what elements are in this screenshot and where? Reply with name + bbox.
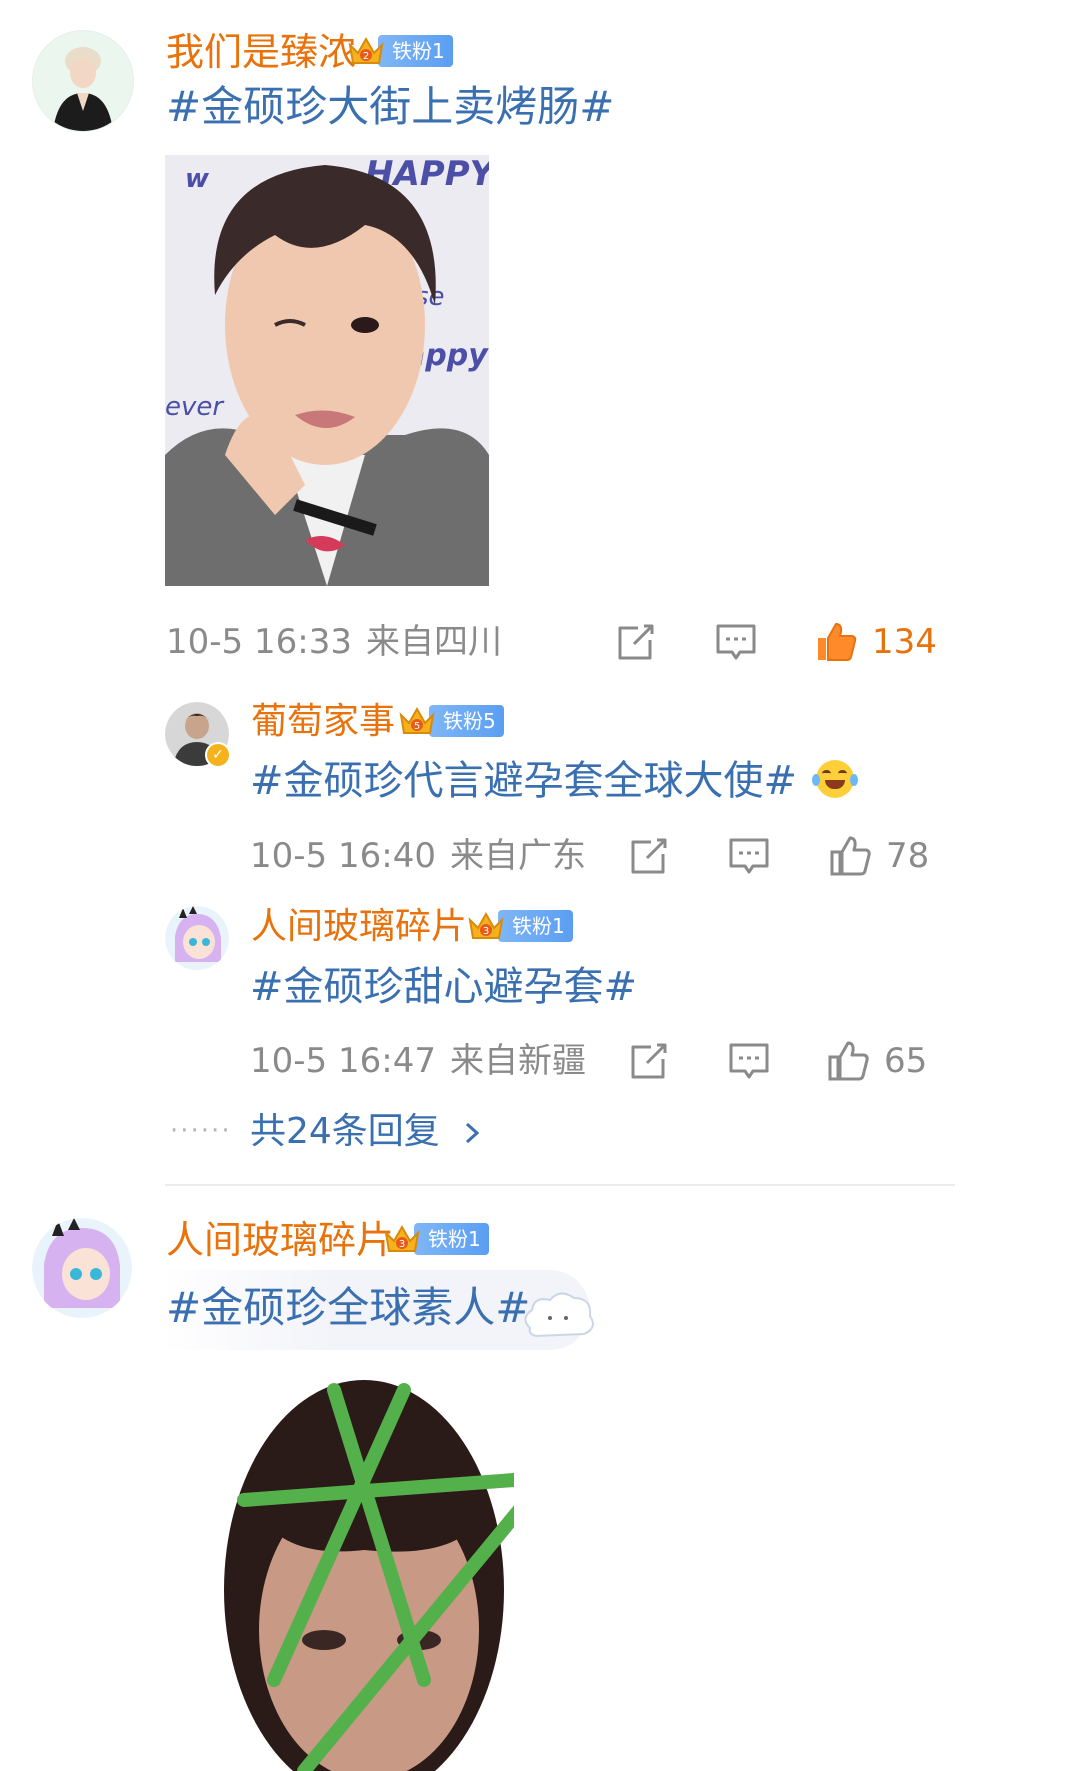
timestamp: 10-5 16:33 bbox=[166, 622, 352, 662]
like-button[interactable]: 134 bbox=[814, 617, 937, 667]
topic-link[interactable]: #金硕珍代言避孕套全球大使# bbox=[250, 756, 858, 806]
chevron-right-icon bbox=[466, 1122, 480, 1144]
share-icon[interactable] bbox=[614, 620, 658, 664]
thumbs-up-icon bbox=[830, 836, 871, 876]
timestamp: 10-5 16:47 bbox=[250, 1041, 436, 1081]
like-count: 65 bbox=[884, 1041, 928, 1081]
fan-badge[interactable]: 2 铁粉1 bbox=[346, 34, 453, 68]
svg-text:ever: ever bbox=[165, 392, 225, 422]
avatar[interactable] bbox=[165, 906, 229, 970]
more-replies-dots: ······ bbox=[170, 1116, 232, 1146]
more-replies-link[interactable]: 共24条回复 bbox=[250, 1110, 483, 1154]
thumbs-up-icon bbox=[828, 1041, 869, 1081]
avatar[interactable] bbox=[32, 1218, 132, 1318]
username[interactable]: 我们是臻浓 bbox=[166, 30, 356, 74]
crown-icon: 5 bbox=[399, 706, 435, 734]
topic-link[interactable]: #金硕珍大街上卖烤肠# bbox=[166, 82, 614, 132]
fan-badge[interactable]: 3 铁粉1 bbox=[466, 909, 573, 943]
thumbs-up-icon bbox=[818, 622, 857, 661]
like-count: 78 bbox=[886, 836, 930, 876]
topic-link[interactable]: #金硕珍甜心避孕套# bbox=[250, 962, 637, 1012]
badge-label: 铁粉1 bbox=[378, 35, 453, 67]
like-button[interactable]: 78 bbox=[828, 831, 929, 881]
reply-meta: 10-5 16:47 来自新疆 bbox=[250, 1041, 586, 1081]
svg-text:5: 5 bbox=[414, 721, 420, 732]
svg-text:2: 2 bbox=[363, 51, 369, 62]
crown-icon: 3 bbox=[384, 1224, 420, 1252]
comment-icon[interactable] bbox=[714, 620, 758, 664]
svg-text:w: w bbox=[185, 164, 210, 194]
svg-text:3: 3 bbox=[399, 1239, 405, 1250]
share-icon[interactable] bbox=[627, 1039, 671, 1083]
laugh-cry-emoji-icon bbox=[811, 760, 858, 798]
badge-label: 铁粉1 bbox=[414, 1223, 489, 1255]
username[interactable]: 人间玻璃碎片 bbox=[251, 905, 467, 949]
comment-image[interactable]: HAPPY w se appy ever bbox=[165, 155, 489, 586]
username[interactable]: 人间玻璃碎片 bbox=[166, 1218, 394, 1262]
svg-text:3: 3 bbox=[483, 926, 489, 937]
cloud-sticker-icon bbox=[524, 1292, 594, 1338]
location: 来自四川 bbox=[365, 622, 502, 662]
badge-label: 铁粉5 bbox=[429, 705, 504, 737]
location: 来自广东 bbox=[449, 836, 586, 876]
crown-icon: 3 bbox=[468, 911, 504, 939]
reply-meta: 10-5 16:40 来自广东 bbox=[250, 836, 586, 876]
like-count: 134 bbox=[872, 622, 937, 662]
comment-icon[interactable] bbox=[727, 834, 771, 878]
topic-link[interactable]: #金硕珍全球素人# bbox=[166, 1283, 530, 1333]
fan-badge[interactable]: 5 铁粉5 bbox=[397, 704, 504, 738]
timestamp: 10-5 16:40 bbox=[250, 836, 436, 876]
reply-text: #金硕珍代言避孕套全球大使# bbox=[250, 758, 798, 804]
share-icon[interactable] bbox=[627, 834, 671, 878]
fan-badge[interactable]: 3 铁粉1 bbox=[382, 1222, 489, 1256]
comment-icon[interactable] bbox=[727, 1039, 771, 1083]
comment-meta: 10-5 16:33 来自四川 bbox=[166, 622, 502, 662]
username[interactable]: 葡萄家事 bbox=[251, 700, 395, 744]
more-replies-label: 共24条回复 bbox=[250, 1111, 440, 1152]
avatar[interactable] bbox=[32, 30, 134, 132]
verified-icon: ✓ bbox=[205, 742, 231, 768]
badge-label: 铁粉1 bbox=[498, 910, 573, 942]
crown-icon: 2 bbox=[348, 36, 384, 64]
comment-divider bbox=[165, 1184, 955, 1186]
location: 来自新疆 bbox=[449, 1041, 586, 1081]
like-button[interactable]: 65 bbox=[826, 1036, 927, 1086]
comment-image[interactable] bbox=[214, 1380, 514, 1771]
